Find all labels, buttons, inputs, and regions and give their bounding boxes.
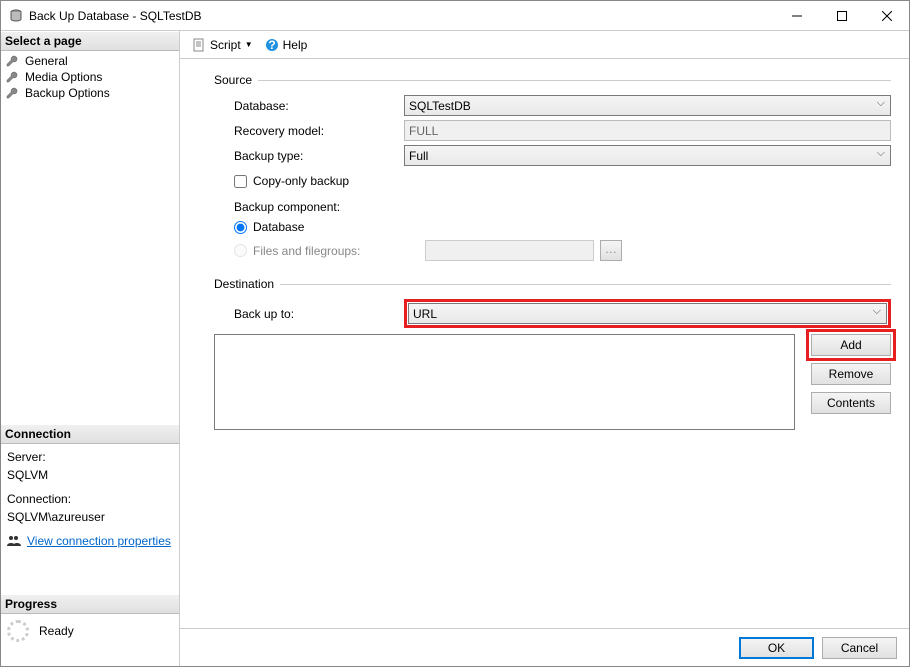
page-item-general[interactable]: General: [3, 53, 177, 69]
footer: OK Cancel: [180, 628, 909, 666]
add-button[interactable]: Add: [811, 334, 891, 356]
page-item-media-options[interactable]: Media Options: [3, 69, 177, 85]
radio-files-label: Files and filegroups:: [253, 244, 419, 258]
page-item-backup-options[interactable]: Backup Options: [3, 85, 177, 101]
wrench-icon: [5, 70, 19, 84]
destination-listbox[interactable]: [214, 334, 795, 430]
script-button[interactable]: Script ▼: [188, 36, 257, 54]
database-select[interactable]: SQLTestDB: [404, 95, 891, 116]
database-icon: [9, 9, 23, 23]
titlebar: Back Up Database - SQLTestDB: [1, 1, 909, 31]
wrench-icon: [5, 54, 19, 68]
page-list: General Media Options Backup Options: [1, 51, 179, 103]
copy-only-checkbox[interactable]: [234, 175, 247, 188]
maximize-button[interactable]: [819, 1, 864, 30]
radio-files[interactable]: [234, 244, 247, 257]
wrench-icon: [5, 86, 19, 100]
recovery-row: Recovery model:: [214, 120, 891, 141]
radio-files-row: Files and filegroups: …: [214, 240, 891, 261]
window-root: Back Up Database - SQLTestDB Select a pa…: [0, 0, 910, 667]
chevron-down-icon: ▼: [245, 40, 253, 49]
script-icon: [192, 38, 206, 52]
ok-button[interactable]: OK: [739, 637, 814, 659]
content-area: Source Database: SQLTestDB Recovery mode…: [180, 59, 909, 628]
copy-only-label: Copy-only backup: [253, 174, 349, 188]
connection-label: Connection:: [7, 490, 173, 508]
select-page-header: Select a page: [1, 31, 179, 51]
database-row: Database: SQLTestDB: [214, 95, 891, 116]
connection-body: Server: SQLVM Connection: SQLVM\azureuse…: [1, 444, 179, 554]
backup-component-label: Backup component:: [214, 200, 891, 214]
remove-button[interactable]: Remove: [811, 363, 891, 385]
cancel-button[interactable]: Cancel: [822, 637, 897, 659]
people-icon: [7, 535, 21, 547]
progress-status: Ready: [39, 624, 74, 638]
backup-type-row: Backup type: Full: [214, 145, 891, 166]
page-label: General: [25, 54, 68, 68]
back-up-to-row: Back up to: URL: [214, 299, 891, 328]
source-group-label: Source: [214, 73, 891, 87]
filegroups-browse-button[interactable]: …: [600, 240, 622, 261]
contents-button[interactable]: Contents: [811, 392, 891, 414]
help-icon: ?: [265, 38, 279, 52]
destination-list-area: Add Remove Contents: [214, 334, 891, 430]
back-up-to-label: Back up to:: [214, 307, 404, 321]
progress-header: Progress: [1, 594, 179, 614]
radio-database[interactable]: [234, 221, 247, 234]
backup-type-select[interactable]: Full: [404, 145, 891, 166]
page-label: Backup Options: [25, 86, 110, 100]
help-button[interactable]: ? Help: [261, 36, 312, 54]
right-panel: Script ▼ ? Help Source Database:: [179, 31, 909, 666]
minimize-button[interactable]: [774, 1, 819, 30]
progress-body: Ready: [1, 614, 179, 648]
script-label: Script: [210, 38, 241, 52]
window-title: Back Up Database - SQLTestDB: [29, 9, 202, 23]
progress-spinner-icon: [7, 620, 29, 642]
server-label: Server:: [7, 448, 173, 466]
recovery-label: Recovery model:: [214, 124, 404, 138]
connection-value: SQLVM\azureuser: [7, 508, 173, 526]
copy-only-row: Copy-only backup: [214, 174, 891, 188]
view-connection-properties-link[interactable]: View connection properties: [27, 532, 171, 550]
toolbar: Script ▼ ? Help: [180, 31, 909, 59]
back-up-to-select[interactable]: URL: [408, 303, 887, 324]
radio-database-row: Database: [214, 220, 891, 234]
server-value: SQLVM: [7, 466, 173, 484]
help-label: Help: [283, 38, 308, 52]
svg-text:?: ?: [268, 38, 275, 52]
database-label: Database:: [214, 99, 404, 113]
left-panel: Select a page General Media Options Back…: [1, 31, 179, 666]
close-button[interactable]: [864, 1, 909, 30]
recovery-model-field: [404, 120, 891, 141]
connection-header: Connection: [1, 424, 179, 444]
back-up-to-highlight: URL: [404, 299, 891, 328]
backup-type-label: Backup type:: [214, 149, 404, 163]
radio-database-label: Database: [253, 220, 304, 234]
filegroups-field: [425, 240, 594, 261]
destination-group-label: Destination: [214, 277, 891, 291]
page-label: Media Options: [25, 70, 102, 84]
